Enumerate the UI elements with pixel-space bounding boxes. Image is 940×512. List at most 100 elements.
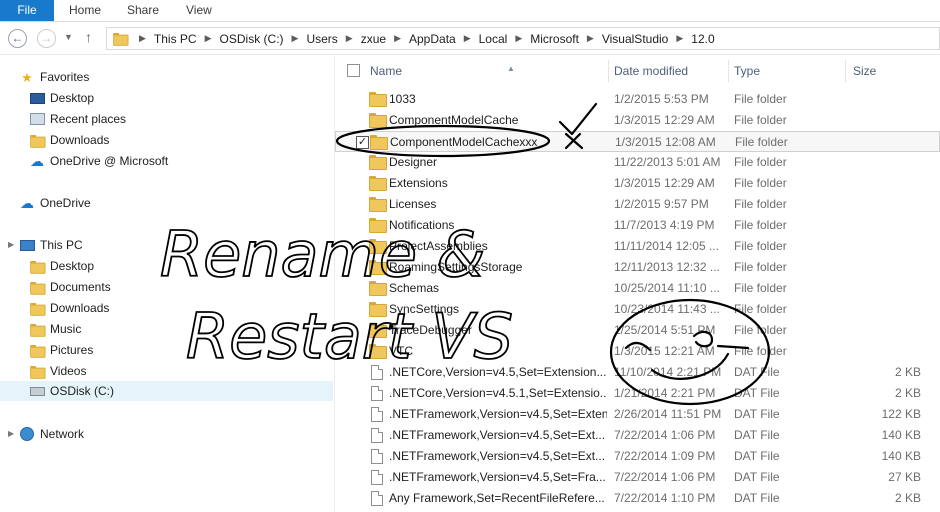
nav-documents[interactable]: Documents [28,277,111,297]
column-divider[interactable] [728,60,729,82]
chevron-right-icon[interactable]: ▶ [464,33,471,44]
column-header-type[interactable]: Type [734,60,834,82]
nav-desktop[interactable]: Desktop [28,88,94,108]
breadcrumb-item[interactable]: OSDisk (C:) [220,32,284,46]
column-divider[interactable] [608,60,609,82]
nav-onedrive-microsoft[interactable]: ☁ OneDrive @ Microsoft [28,151,168,171]
nav-pc-desktop[interactable]: Desktop [28,256,94,276]
select-all-checkbox[interactable] [347,64,360,77]
folder-icon [369,155,387,171]
folder-row[interactable]: Schemas 10/25/2014 11:10 ... File folder [335,278,940,299]
breadcrumb-item[interactable]: Microsoft [530,32,579,46]
nav-osdisk[interactable]: OSDisk (C:) [0,381,333,401]
breadcrumb-item[interactable]: 12.0 [691,32,714,46]
file-name: ProjectAssemblies [389,239,488,253]
file-size: 2 KB [894,386,921,400]
folder-row[interactable]: Notifications 11/7/2013 4:19 PM File folde… [335,215,940,236]
file-type: DAT File [734,428,780,442]
address-bar[interactable]: ▶ This PC ▶ OSDisk (C:) ▶ Users ▶ zxue ▶ AppData ▶… [106,27,940,50]
breadcrumb-item[interactable]: zxue [361,32,386,46]
breadcrumb: ▶ This PC ▶ OSDisk (C:) ▶ Users ▶ zxue ▶ AppData ▶… [131,28,715,49]
file-row[interactable]: .NETCore,Version=v4.5,Set=Extension... 11… [335,362,940,383]
folder-row[interactable]: ✓ ComponentModelCachexxx 1/3/2015 12:08 AM… [335,131,940,152]
column-divider[interactable] [845,60,846,82]
nav-network[interactable]: Network [18,424,84,444]
nav-favorites[interactable]: ★ Favorites [18,67,89,87]
nav-label: Pictures [50,343,94,357]
folder-row[interactable]: 1033 1/2/2015 5:53 PM File folder [335,89,940,110]
file-size [850,278,921,299]
folder-icon [369,218,387,234]
file-icon [371,365,383,383]
file-row[interactable]: .NETFramework,Version=v4.5,Set=Extension… [335,404,940,425]
folder-icon [369,197,387,213]
file-row[interactable]: .NETFramework,Version=v4.5,Set=Ext... 7/2… [335,446,940,467]
folder-row[interactable]: Extensions 1/3/2015 12:29 AM File folder [335,173,940,194]
nav-onedrive[interactable]: ☁ OneDrive [18,193,91,213]
breadcrumb-item[interactable]: Users [306,32,337,46]
date-modified: 7/22/2014 1:06 PM [614,470,716,484]
date-modified: 11/22/2013 5:01 AM [614,155,721,169]
chevron-right-icon[interactable]: ▶ [515,33,522,44]
tab-file[interactable]: File [0,0,54,21]
up-button[interactable]: ↑ [85,29,92,45]
file-type: DAT File [734,449,780,463]
chevron-right-icon[interactable]: ▶ [676,33,683,44]
file-type: DAT File [734,407,780,421]
tab-share[interactable]: Share [127,0,159,21]
nav-recent-places[interactable]: Recent places [28,109,126,129]
file-row[interactable]: .NETFramework,Version=v4.5,Set=Ext... 7/2… [335,425,940,446]
nav-music[interactable]: Music [28,319,81,339]
chevron-right-icon[interactable]: ▶ [292,33,299,44]
nav-pictures[interactable]: Pictures [28,340,93,360]
folder-row[interactable]: RoamingSettingsStorage 12/11/2013 12:32 .… [335,257,940,278]
file-row[interactable]: Any Framework,Set=RecentFileRefere... 7/2… [335,488,940,509]
nav-downloads[interactable]: Downloads [28,130,109,150]
recent-locations-dropdown[interactable]: ▼ [64,32,73,42]
back-button[interactable]: ← [8,29,27,48]
forward-button[interactable]: → [37,29,56,48]
file-size [850,215,921,236]
folder-icon [369,302,387,318]
breadcrumb-item[interactable]: Local [479,32,508,46]
chevron-right-icon[interactable]: ▶ [394,33,401,44]
arrow-right-icon: → [40,31,53,45]
nav-label: OneDrive [40,196,91,210]
file-type: File folder [734,239,787,253]
nav-this-pc[interactable]: This PC [18,235,83,255]
expand-chevron-icon[interactable]: ▶ [8,240,14,249]
file-name: TraceDebugger [389,323,472,337]
chevron-right-icon[interactable]: ▶ [205,33,212,44]
folder-row[interactable]: Designer 11/22/2013 5:01 AM File folder [335,152,940,173]
file-row[interactable]: .NETFramework,Version=v4.5,Set=Fra... 7/2… [335,467,940,488]
file-row[interactable]: .NETCore,Version=v4.5.1,Set=Extensio... 1… [335,383,940,404]
breadcrumb-item[interactable]: VisualStudio [602,32,669,46]
breadcrumb-item[interactable]: This PC [154,32,197,46]
chevron-right-icon[interactable]: ▶ [139,33,146,44]
column-header-date[interactable]: Date modified [614,60,724,82]
file-type: File folder [735,135,788,149]
nav-videos[interactable]: Videos [28,361,86,381]
column-header-name[interactable]: Name ▲ [370,60,600,82]
tab-view[interactable]: View [186,0,212,21]
tab-home[interactable]: Home [69,0,101,21]
folder-row[interactable]: TraceDebugger 1/25/2014 5:51 PM File folde… [335,320,940,341]
nav-pc-downloads[interactable]: Downloads [28,298,109,318]
folder-icon [369,281,387,297]
column-header-size[interactable]: Size [853,60,913,82]
folder-row[interactable]: Licenses 1/2/2015 9:57 PM File folder [335,194,940,215]
folder-row[interactable]: ComponentModelCache 1/3/2015 12:29 AM File… [335,110,940,131]
folder-row[interactable]: VTC 1/3/2015 12:21 AM File folder [335,341,940,362]
file-type: File folder [734,260,787,274]
nav-label: Network [40,427,85,441]
nav-label: This PC [40,238,83,252]
desktop-icon [28,92,46,104]
folder-row[interactable]: ProjectAssemblies 11/11/2014 12:05 ... Fil… [335,236,940,257]
date-modified: 1/25/2014 5:51 PM [614,323,716,337]
chevron-right-icon[interactable]: ▶ [346,33,353,44]
folder-row[interactable]: SyncSettings 10/23/2014 11:43 ... File fol… [335,299,940,320]
expand-chevron-icon[interactable]: ▶ [8,429,14,438]
breadcrumb-item[interactable]: AppData [409,32,456,46]
chevron-right-icon[interactable]: ▶ [587,33,594,44]
row-checkbox[interactable]: ✓ [356,136,369,149]
